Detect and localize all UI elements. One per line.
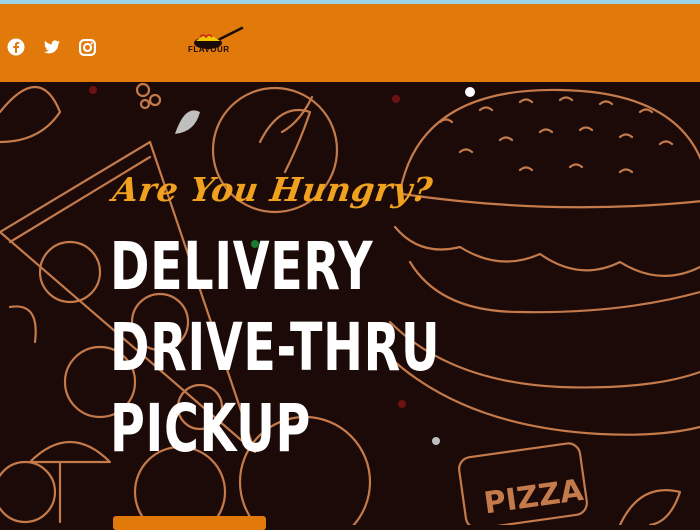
brand-name: FLAVOUR xyxy=(188,45,230,54)
facebook-icon[interactable] xyxy=(6,37,26,57)
headline-line-1: DELIVERY xyxy=(110,228,374,305)
site-header: FLAVOUR xyxy=(0,4,700,82)
tagline: Are You Hungry? xyxy=(110,170,436,209)
instagram-icon[interactable] xyxy=(77,37,97,57)
hero-section: PIZZA Are You Hungry? DELIVERY DRIVE-THR… xyxy=(0,82,700,525)
order-now-button[interactable] xyxy=(113,516,266,530)
brand-logo[interactable] xyxy=(186,22,256,62)
twitter-icon[interactable] xyxy=(42,37,62,57)
headline-line-2: DRIVE-THRU xyxy=(110,309,441,386)
pizza-sign-text: PIZZA xyxy=(482,473,587,522)
headline-line-3: PICKUP xyxy=(110,390,312,467)
